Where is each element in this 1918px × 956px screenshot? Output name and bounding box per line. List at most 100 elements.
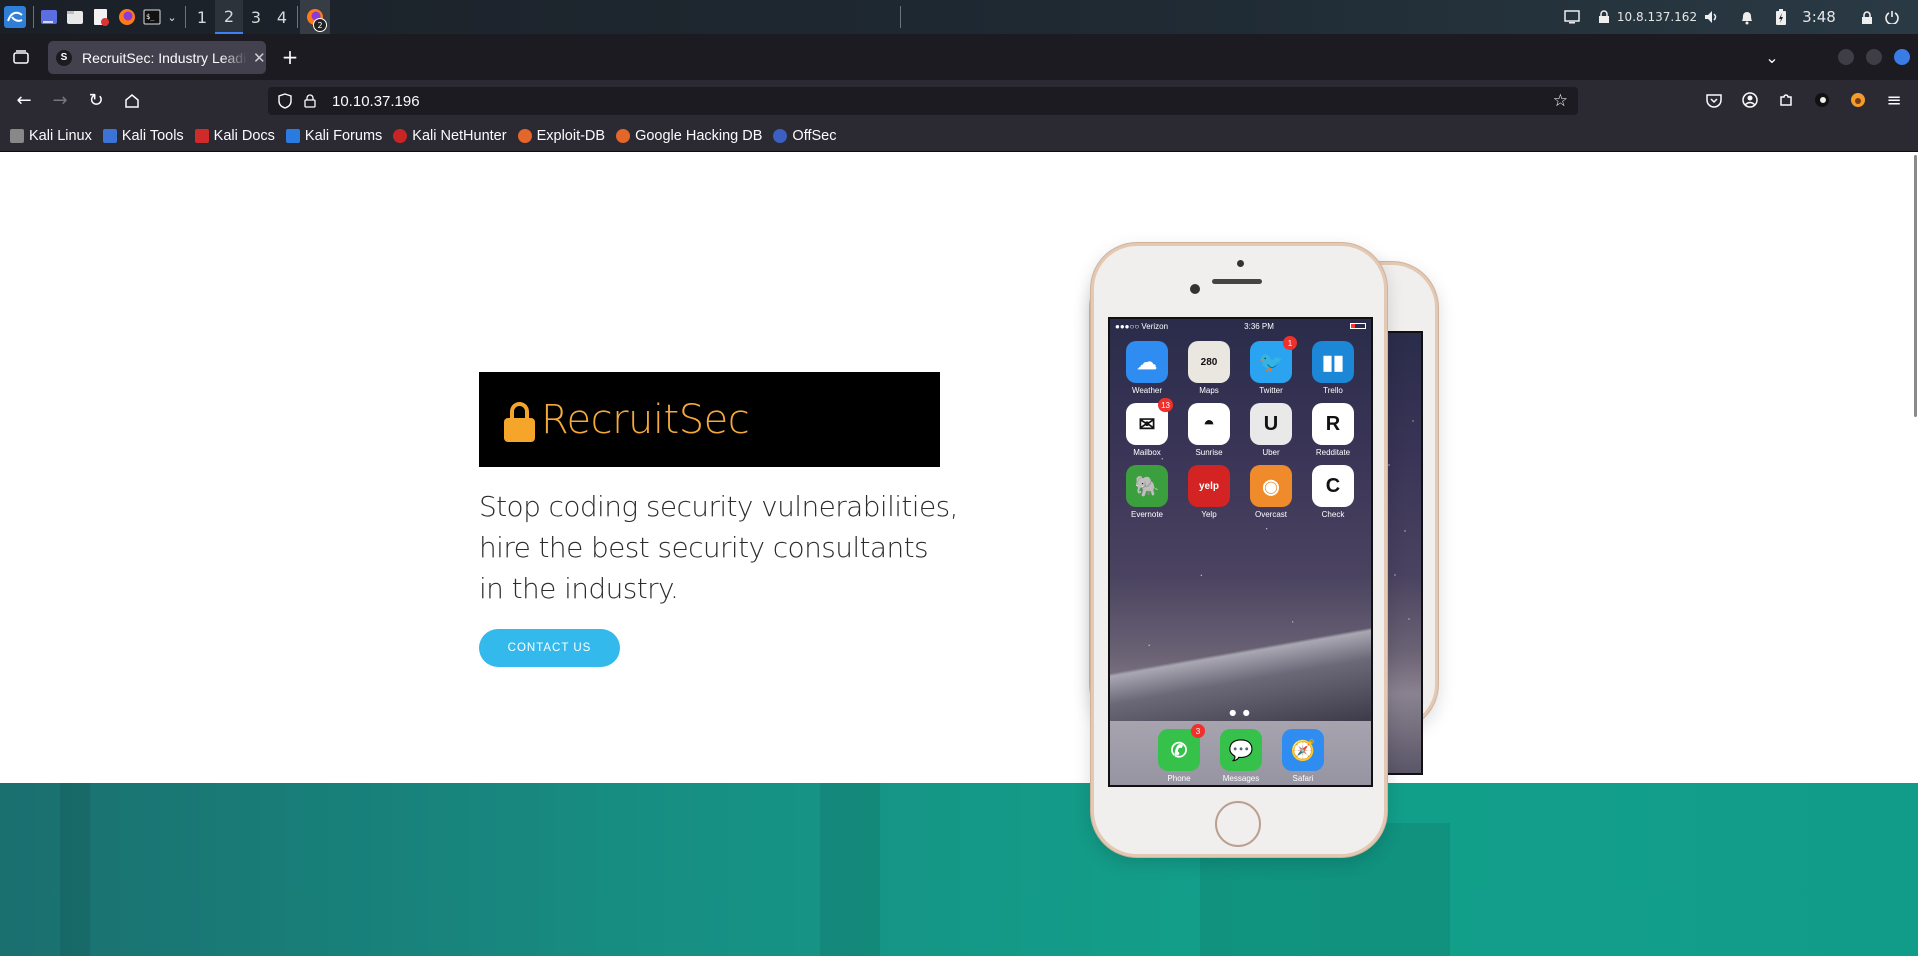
home-button-icon <box>1215 801 1261 847</box>
bookmark-kali-linux[interactable]: Kali Linux <box>10 128 92 144</box>
app-badge: 13 <box>1158 398 1173 412</box>
navigation-toolbar: ← → ↻ 10.10.37.196 ☆ ≡ <box>0 80 1918 120</box>
app-evernote-icon: 🐘 Evernote <box>1118 465 1176 519</box>
workspace-4[interactable]: 4 <box>268 0 296 34</box>
list-all-tabs-icon[interactable]: ⌄ <box>1760 45 1784 69</box>
bookmark-offsec[interactable]: OffSec <box>773 128 836 144</box>
lock-screen-icon[interactable] <box>1857 0 1877 34</box>
app-twitter-icon: 🐦 1 Twitter <box>1242 336 1300 395</box>
kali-menu-icon[interactable] <box>2 0 28 34</box>
kali-tools-icon <box>102 128 117 143</box>
app-weather-icon: ☁ Weather <box>1118 341 1176 395</box>
kali-forums-icon <box>285 128 300 143</box>
scrollbar-thumb[interactable] <box>1914 155 1917 417</box>
site-lock-icon[interactable] <box>304 94 320 108</box>
app-maps-icon: 280 Maps <box>1180 341 1238 395</box>
bookmark-kali-tools[interactable]: Kali Tools <box>102 128 184 144</box>
display-icon[interactable] <box>1562 0 1582 34</box>
contact-us-button[interactable]: CONTACT US <box>479 629 620 667</box>
pocket-icon[interactable] <box>1700 80 1728 120</box>
notification-bell-icon[interactable] <box>1737 0 1757 34</box>
recruitsec-logo: RecruitSec <box>479 372 940 467</box>
minimize-window-button[interactable] <box>1838 49 1854 65</box>
padlock-icon <box>504 401 535 442</box>
clock: 3:48 <box>1802 8 1836 26</box>
app-check-icon: C Check <box>1304 465 1362 519</box>
url-text[interactable]: 10.10.37.196 <box>332 93 420 110</box>
tab-title: RecruitSec: Industry Leading <box>82 49 247 66</box>
extension-dark-icon[interactable] <box>1808 80 1836 120</box>
page-dots: ● ● <box>1229 708 1252 717</box>
power-icon[interactable] <box>1882 0 1902 34</box>
app-trello-icon: ▮▮ Trello <box>1304 341 1362 395</box>
extensions-icon[interactable] <box>1772 80 1800 120</box>
bookmark-google-hacking-db[interactable]: Google Hacking DB <box>616 128 762 144</box>
offsec-icon <box>773 128 788 143</box>
app-badge: 1 <box>1283 336 1297 350</box>
bookmark-kali-forums[interactable]: Kali Forums <box>285 128 382 144</box>
tab-overview-icon[interactable] <box>10 46 32 68</box>
browser-tab-strip: S RecruitSec: Industry Leading ✕ + ⌄ <box>0 34 1918 80</box>
account-icon[interactable] <box>1736 80 1764 120</box>
app-sunrise-icon: ◓ Sunrise <box>1180 403 1238 457</box>
brand-name: RecruitSec <box>541 396 750 443</box>
phone-speaker <box>1212 279 1262 284</box>
close-window-button[interactable] <box>1894 49 1910 65</box>
tab-recruitsec[interactable]: S RecruitSec: Industry Leading ✕ <box>48 41 266 74</box>
maximize-window-button[interactable] <box>1866 49 1882 65</box>
hamburger-menu-icon[interactable]: ≡ <box>1880 80 1908 120</box>
text-editor-icon[interactable] <box>90 0 112 34</box>
bookmark-kali-docs[interactable]: Kali Docs <box>194 128 275 144</box>
terminal-icon[interactable]: $_ <box>141 0 163 34</box>
nethunter-icon <box>393 128 408 143</box>
url-bar[interactable]: 10.10.37.196 ☆ <box>268 87 1578 115</box>
close-tab-icon[interactable]: ✕ <box>253 49 266 67</box>
window-count-badge: 2 <box>313 18 327 32</box>
bookmark-star-icon[interactable]: ☆ <box>1553 91 1568 111</box>
web-page: RecruitSec Stop coding security vulnerab… <box>0 153 1918 956</box>
bookmarks-toolbar: Kali Linux Kali Tools Kali Docs Kali For… <box>0 120 1918 152</box>
workspace-1[interactable]: 1 <box>188 0 216 34</box>
bookmark-exploit-db[interactable]: Exploit-DB <box>517 128 605 144</box>
kali-docs-icon <box>194 128 209 143</box>
new-tab-icon[interactable]: + <box>278 45 302 69</box>
firefox-launcher-icon[interactable] <box>116 0 138 34</box>
tracking-protection-shield-icon[interactable] <box>278 93 294 109</box>
kali-dragon-icon <box>10 128 24 143</box>
home-icon[interactable] <box>118 80 146 120</box>
workspace-3[interactable]: 3 <box>242 0 270 34</box>
bookmark-kali-nethunter[interactable]: Kali NetHunter <box>393 128 507 144</box>
back-arrow-icon[interactable]: ← <box>10 80 38 120</box>
exploit-db-icon <box>517 128 532 143</box>
file-manager-icon[interactable] <box>64 0 86 34</box>
phone-camera-icon <box>1237 260 1244 267</box>
app-yelp-icon: yelp Yelp <box>1180 465 1238 519</box>
hero-tagline: Stop coding security vulnerabilities, hi… <box>479 490 959 605</box>
teal-hero-band <box>0 783 1918 956</box>
volume-icon[interactable] <box>1702 0 1722 34</box>
phone-back-screen <box>1381 331 1423 775</box>
workspace-2[interactable]: 2 <box>215 0 243 34</box>
phone-status-bar: ●●●○○ Verizon 3:36 PM <box>1110 319 1371 333</box>
forward-arrow-icon[interactable]: → <box>46 80 74 120</box>
extension-foxy-icon[interactable] <box>1844 80 1872 120</box>
app-redditate-icon: R Redditate <box>1304 403 1362 457</box>
dock-phone-icon: ✆ 3 Phone <box>1150 724 1208 783</box>
site-favicon-icon: S <box>56 49 72 66</box>
app-mailbox-icon: ✉ 13 Mailbox <box>1118 398 1176 457</box>
battery-charging-icon[interactable] <box>1772 0 1790 34</box>
reload-icon[interactable]: ↻ <box>82 80 110 120</box>
app-uber-icon: U Uber <box>1242 403 1300 457</box>
svg-text:$_: $_ <box>146 13 155 21</box>
ip-address: 10.8.137.162 <box>1616 10 1698 24</box>
page-scrollbar[interactable] <box>1912 153 1918 956</box>
vpn-lock-icon[interactable] <box>1594 0 1614 34</box>
chevron-down-icon[interactable]: ⌄ <box>165 0 179 34</box>
front-sensor-icon <box>1190 284 1200 294</box>
phone-dock: ✆ 3 Phone 💬 Messages 🧭 Safari <box>1110 721 1371 785</box>
desktop-icon[interactable] <box>38 0 60 34</box>
firefox-window-button[interactable]: 2 <box>300 0 330 34</box>
app-overcast-icon: ◉ Overcast <box>1242 465 1300 519</box>
dock-messages-icon: 💬 Messages <box>1212 729 1270 783</box>
ghdb-icon <box>616 128 631 143</box>
